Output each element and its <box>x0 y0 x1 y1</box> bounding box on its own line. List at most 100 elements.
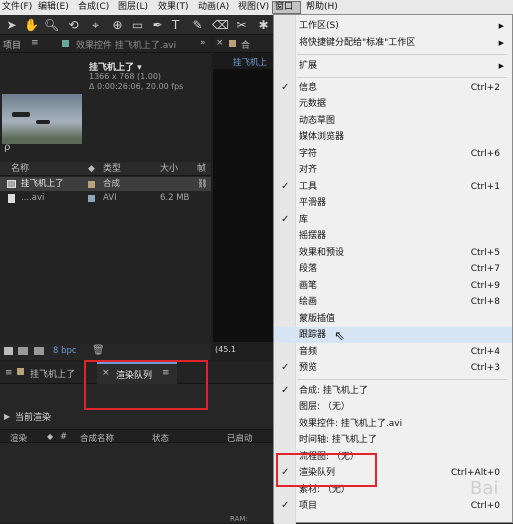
menu-item-smoother[interactable]: 平滑器 <box>274 195 512 211</box>
helicopter-shape <box>12 112 30 117</box>
menu-help[interactable]: 帮助(H) <box>304 1 340 14</box>
zoom-tool-icon[interactable]: 🔍︎ <box>44 18 59 33</box>
ram-label: RAM: <box>230 515 248 523</box>
interpret-footage-icon[interactable] <box>4 347 13 355</box>
network-icon: ⛓ <box>197 179 208 189</box>
pen-tool-icon[interactable]: ✒ <box>150 18 165 33</box>
viewer-tab-label[interactable]: 挂飞机上 <box>233 56 267 68</box>
viewer-header: × 合 <box>213 35 274 53</box>
menu-item-preview[interactable]: ✓ 预览 Ctrl+3 <box>274 360 512 376</box>
close-icon[interactable]: × <box>216 38 224 48</box>
row-size: 6.2 MB <box>160 193 190 203</box>
hand-tool-icon[interactable]: ✋ <box>24 18 39 33</box>
window-menu-dropdown: 工作区(S) ▶ 将快捷键分配给"标准"工作区 ▶ 扩展 ▶ ✓ 信息 Ctrl+2 元数… <box>273 14 513 524</box>
tab-timeline[interactable]: 挂飞机上了 <box>30 367 75 380</box>
menu-item-media-browser[interactable]: 媒体浏览器 <box>274 129 512 145</box>
rectangle-tool-icon[interactable]: ▭ <box>130 18 145 33</box>
row-type: AVI <box>103 193 117 203</box>
eraser-tool-icon[interactable]: ⌫ <box>212 18 229 33</box>
menu-item-workspace[interactable]: 工作区(S) ▶ <box>274 18 512 34</box>
watermark-logo: Bai <box>470 478 499 499</box>
item-resolution: 1366 x 768 (1.00) <box>89 72 162 81</box>
menu-item-libraries[interactable]: ✓ 库 <box>274 212 512 228</box>
project-panel-header: 项目 ≡ 效果控件 挂飞机上了.avi » <box>0 35 211 53</box>
menu-edit[interactable]: 编辑(E) <box>36 1 71 14</box>
viewer-footer: (45.1 <box>213 342 274 360</box>
menu-window[interactable]: 窗口 <box>272 1 301 14</box>
menu-item-effects-presets[interactable]: 效果和预设 Ctrl+5 <box>274 245 512 261</box>
table-row[interactable]: 挂飞机上了 合成 ⛓ <box>0 177 211 191</box>
viewer-subheader: 挂飞机上 <box>213 53 274 69</box>
label-tag-icon[interactable]: ◆ <box>88 162 95 176</box>
panel-menu-icon[interactable]: ≡ <box>5 368 13 378</box>
col-size[interactable]: 大小 <box>160 162 178 176</box>
tab-effects-controls[interactable]: 效果控件 挂飞机上了.avi <box>76 38 176 51</box>
zoom-level[interactable]: (45.1 <box>215 345 236 354</box>
current-render-label: 当前渲染 <box>15 413 52 423</box>
text-tool-icon[interactable]: T <box>168 18 183 33</box>
table-header: 名称 ◆ 类型 大小 帧 <box>0 162 211 176</box>
col-number[interactable]: # <box>60 432 67 442</box>
menu-item-audio[interactable]: 音频 Ctrl+4 <box>274 344 512 360</box>
col-render[interactable]: 渲染 <box>10 432 27 444</box>
col-status[interactable]: 状态 <box>152 432 169 444</box>
panel-menu-icon[interactable]: ≡ <box>31 38 39 48</box>
menu-composition[interactable]: 合成(C) <box>76 1 111 14</box>
bit-depth-button[interactable]: 8 bpc <box>53 346 77 356</box>
menu-item-effect-controls[interactable]: 效果控件: 挂飞机上了.avi <box>274 416 512 432</box>
menu-item-paint[interactable]: 绘画 Ctrl+8 <box>274 294 512 310</box>
rotate-tool-icon[interactable]: ⟲ <box>66 18 81 33</box>
pan-behind-tool-icon[interactable]: ⊕ <box>110 18 125 33</box>
menu-file[interactable]: 文件(F) <box>0 1 34 14</box>
menu-item-align[interactable]: 对齐 <box>274 162 512 178</box>
tab-project[interactable]: 项目 <box>3 38 21 51</box>
label-tag-icon[interactable]: ◆ <box>47 432 53 441</box>
menu-item-brushes[interactable]: 画笔 Ctrl+9 <box>274 278 512 294</box>
col-comp-name[interactable]: 合成名称 <box>80 432 114 444</box>
trash-icon[interactable]: 🗑︎ <box>92 345 105 356</box>
menu-item-info[interactable]: ✓ 信息 Ctrl+2 <box>274 80 512 96</box>
row-name: 挂飞机上了 <box>21 179 64 189</box>
menu-separator <box>297 54 507 55</box>
helicopter-shape <box>36 120 50 124</box>
new-folder-icon[interactable] <box>18 347 28 355</box>
tab-overflow-icon[interactable]: » <box>200 38 206 48</box>
menu-effect[interactable]: 效果(T) <box>156 1 191 14</box>
toolbar: ➤ ✋ 🔍︎ ⟲ ⌖ ⊕ ▭ ✒ T ✎ ⌫ ✂ ✱ <box>0 15 274 35</box>
search-icon[interactable]: ρ <box>4 142 10 153</box>
menu-item-composition[interactable]: ✓ 合成: 挂飞机上了 <box>274 383 512 399</box>
col-started[interactable]: 已启动 <box>227 432 253 444</box>
selection-tool-icon[interactable]: ➤ <box>4 18 19 33</box>
brush-tool-icon[interactable]: ✎ <box>190 18 205 33</box>
highlight-render-queue-menu <box>276 453 377 487</box>
item-duration: Δ 0:00:26:06, 20.00 fps <box>89 82 184 91</box>
menu-item-extensions[interactable]: 扩展 ▶ <box>274 58 512 74</box>
menu-item-motion-sketch[interactable]: 动态草图 <box>274 113 512 129</box>
roto-tool-icon[interactable]: ✂ <box>234 18 249 33</box>
col-name[interactable]: 名称 <box>11 162 29 176</box>
menu-item-metadata[interactable]: 元数据 <box>274 96 512 112</box>
puppet-tool-icon[interactable]: ✱ <box>256 18 271 33</box>
menu-item-character[interactable]: 字符 Ctrl+6 <box>274 146 512 162</box>
menu-item-project[interactable]: ✓ 项目 Ctrl+0 <box>274 498 512 514</box>
menu-item-tools[interactable]: ✓ 工具 Ctrl+1 <box>274 179 512 195</box>
table-row[interactable]: ....avi AVI 6.2 MB <box>0 191 211 205</box>
menu-item-paragraph[interactable]: 段落 Ctrl+7 <box>274 261 512 277</box>
menu-view[interactable]: 视图(V) <box>236 1 271 14</box>
mouse-cursor-icon: ⇖ <box>334 329 345 344</box>
menu-item-timeline[interactable]: 时间轴: 挂飞机上了 <box>274 432 512 448</box>
footage-file-icon <box>8 194 15 203</box>
menu-layer[interactable]: 图层(L) <box>116 1 150 14</box>
menu-item-tracker[interactable]: 跟踪器 ⇖ <box>274 327 512 344</box>
camera-tool-icon[interactable]: ⌖ <box>88 18 103 33</box>
menu-item-assign-shortcuts[interactable]: 将快捷键分配给"标准"工作区 ▶ <box>274 35 512 51</box>
menu-item-layer[interactable]: 图层: （无） <box>274 399 512 415</box>
menu-item-mask-interpolation[interactable]: 蒙版插值 <box>274 311 512 327</box>
expand-triangle-icon[interactable]: ▶ <box>4 412 10 421</box>
col-type[interactable]: 类型 <box>103 162 121 176</box>
menu-item-wiggler[interactable]: 摇摆器 <box>274 228 512 244</box>
menu-animation[interactable]: 动画(A) <box>196 1 231 14</box>
tab-composition[interactable]: 合 <box>241 38 250 51</box>
col-framerate[interactable]: 帧 <box>197 162 206 176</box>
new-comp-icon[interactable] <box>34 347 44 355</box>
